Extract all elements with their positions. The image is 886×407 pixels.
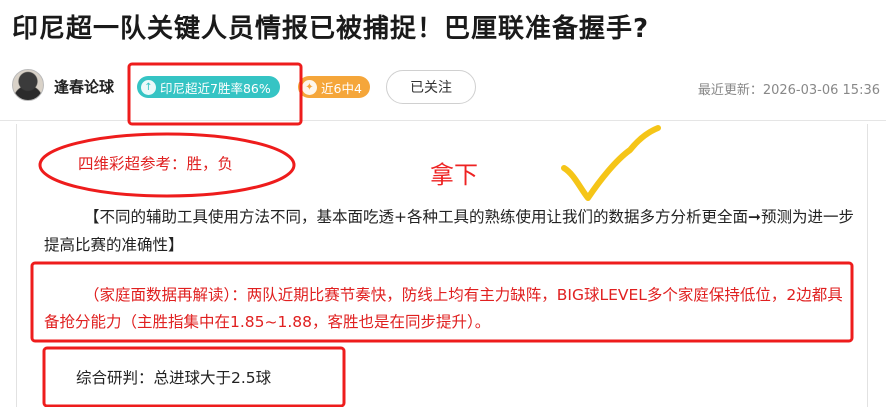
author-name[interactable]: 逢春论球 xyxy=(54,76,114,97)
flame-icon: ✦ xyxy=(302,79,317,95)
home-analysis-paragraph: （家庭面数据再解读）：两队近期比赛节奏快，防线上均有主力缺阵，BIG球LEVEL… xyxy=(44,286,843,331)
handwritten-note: 拿下 xyxy=(430,161,478,189)
content-left-border xyxy=(16,124,17,407)
streak-badge: ↑ 印尼超近7胜率86% xyxy=(137,76,280,98)
updated-timestamp: 最近更新：2026-03-06 15:36 xyxy=(697,83,880,98)
intro-paragraph: 【不同的辅助工具使用方法不同，基本面吃透+各种工具的熟练使用让我们的数据多方分析… xyxy=(44,208,854,254)
reference-prediction: 四维彩超参考：胜，负 xyxy=(78,155,234,173)
checkmark-annotation xyxy=(561,125,661,201)
article-title: 印尼超一队关键人员情报已被捕捉！巴厘联准备握手? xyxy=(12,14,650,44)
recent-record-badge: ✦ 近6中4 xyxy=(298,76,370,98)
arrow-up-icon: ↑ xyxy=(141,79,156,95)
follow-button[interactable]: 已关注 xyxy=(386,70,476,104)
streak-badge-label: 印尼超近7胜率86% xyxy=(160,80,271,96)
header-divider xyxy=(0,120,886,121)
verdict-line: 综合研判：总进球大于2.5球 xyxy=(76,369,272,387)
author-avatar[interactable] xyxy=(12,69,44,101)
content-right-border xyxy=(867,124,868,407)
recent-record-label: 近6中4 xyxy=(321,80,362,96)
